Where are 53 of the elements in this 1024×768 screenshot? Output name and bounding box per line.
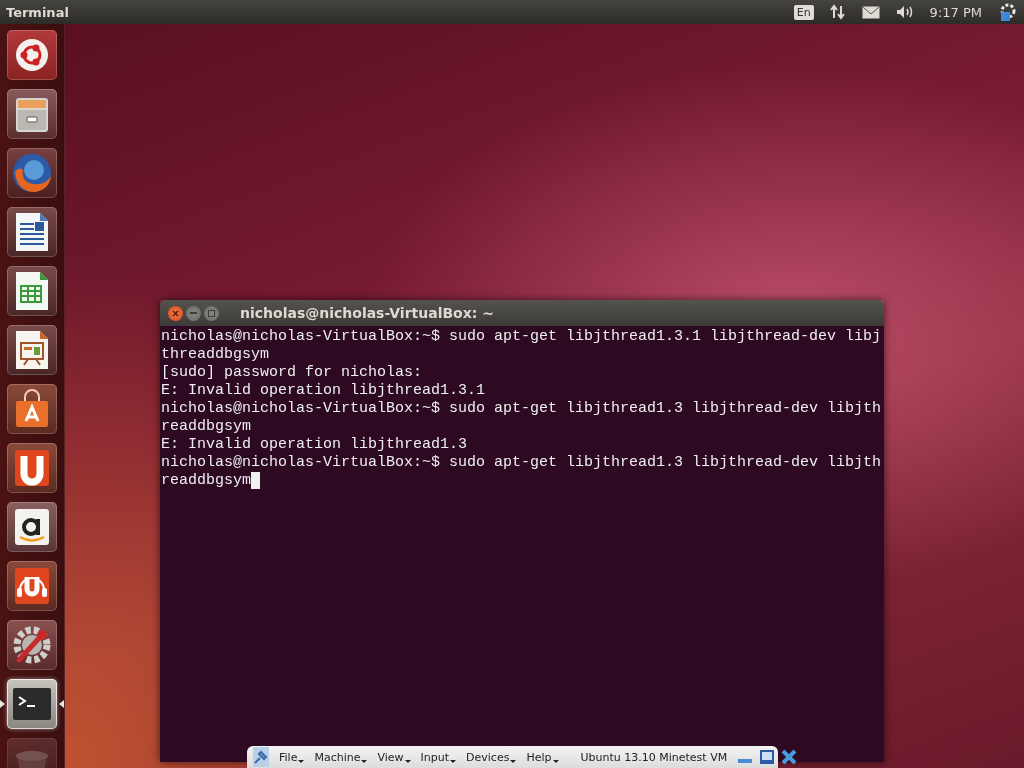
shopping-bag-icon bbox=[13, 389, 51, 429]
vm-name: Ubuntu 13.10 Minetest VM bbox=[580, 750, 728, 764]
u-tile-icon bbox=[13, 448, 51, 488]
network-arrows-icon[interactable] bbox=[829, 4, 846, 20]
terminal-line: E: Invalid operation libjthread1.3.1 bbox=[161, 382, 486, 400]
terminal-icon bbox=[12, 687, 52, 721]
maximize-button[interactable] bbox=[204, 305, 219, 321]
launcher-item[interactable] bbox=[7, 620, 57, 670]
menu-item[interactable]: Help bbox=[526, 750, 559, 764]
terminal-line: nicholas@nicholas-VirtualBox:~$ sudo apt-get libjthread1.3 libjthread-dev libjth bbox=[161, 400, 882, 418]
envelope-icon[interactable] bbox=[861, 5, 880, 19]
terminal-line: threaddbgsym bbox=[161, 346, 270, 364]
terminal-line: [sudo] password for nicholas: bbox=[161, 364, 423, 382]
launcher-item[interactable] bbox=[7, 89, 57, 139]
launcher-item[interactable] bbox=[7, 679, 57, 729]
menu-item[interactable]: Machine bbox=[314, 750, 368, 764]
launcher-item[interactable] bbox=[7, 443, 57, 493]
terminal-line: readdbgsym bbox=[161, 418, 251, 436]
clock[interactable]: 9:17 PM bbox=[929, 4, 982, 20]
terminal-line: E: Invalid operation libjthread1.3 bbox=[161, 436, 468, 454]
launcher-item[interactable] bbox=[7, 384, 57, 434]
window-title: nicholas@nicholas-VirtualBox: ~ bbox=[240, 305, 494, 321]
menu-item[interactable]: Devices bbox=[466, 750, 517, 764]
pin-icon bbox=[253, 749, 269, 765]
presentation-icon bbox=[14, 329, 50, 371]
terminal-line: readdbgsym bbox=[161, 472, 251, 490]
maximize-icon bbox=[208, 309, 215, 317]
menu-item[interactable]: File bbox=[279, 750, 305, 764]
minimize-button[interactable] bbox=[186, 305, 201, 321]
restore-icon[interactable] bbox=[759, 749, 776, 765]
app-title: Terminal bbox=[6, 4, 69, 20]
close-icon[interactable] bbox=[781, 749, 798, 765]
spreadsheet-icon bbox=[14, 270, 50, 312]
terminal-line: nicholas@nicholas-VirtualBox:~$ sudo apt-get libjthread1.3 libjthread-dev libjth bbox=[161, 454, 882, 472]
launcher-item[interactable] bbox=[7, 266, 57, 316]
close-icon bbox=[172, 309, 179, 317]
minimize-icon bbox=[190, 312, 197, 314]
keyboard-layout-indicator[interactable]: En bbox=[793, 4, 814, 20]
headphones-u-icon bbox=[13, 566, 51, 606]
launcher-item[interactable] bbox=[7, 325, 57, 375]
close-button[interactable] bbox=[168, 305, 183, 321]
menu-item[interactable]: View bbox=[377, 750, 411, 764]
text-document-icon bbox=[14, 211, 50, 253]
gear-wrench-icon bbox=[11, 624, 53, 666]
pin-button[interactable] bbox=[253, 747, 269, 767]
menu-item[interactable]: Input bbox=[420, 750, 457, 764]
launcher-item[interactable] bbox=[7, 207, 57, 257]
amazon-a-icon bbox=[13, 507, 51, 547]
terminal-line: nicholas@nicholas-VirtualBox:~$ sudo apt-get libjthread1.3.1 libjthread-dev libj bbox=[161, 328, 882, 346]
launcher-item[interactable] bbox=[7, 502, 57, 552]
launcher-item[interactable] bbox=[7, 561, 57, 611]
launcher-item[interactable] bbox=[7, 30, 57, 80]
volume-icon[interactable] bbox=[895, 5, 914, 19]
